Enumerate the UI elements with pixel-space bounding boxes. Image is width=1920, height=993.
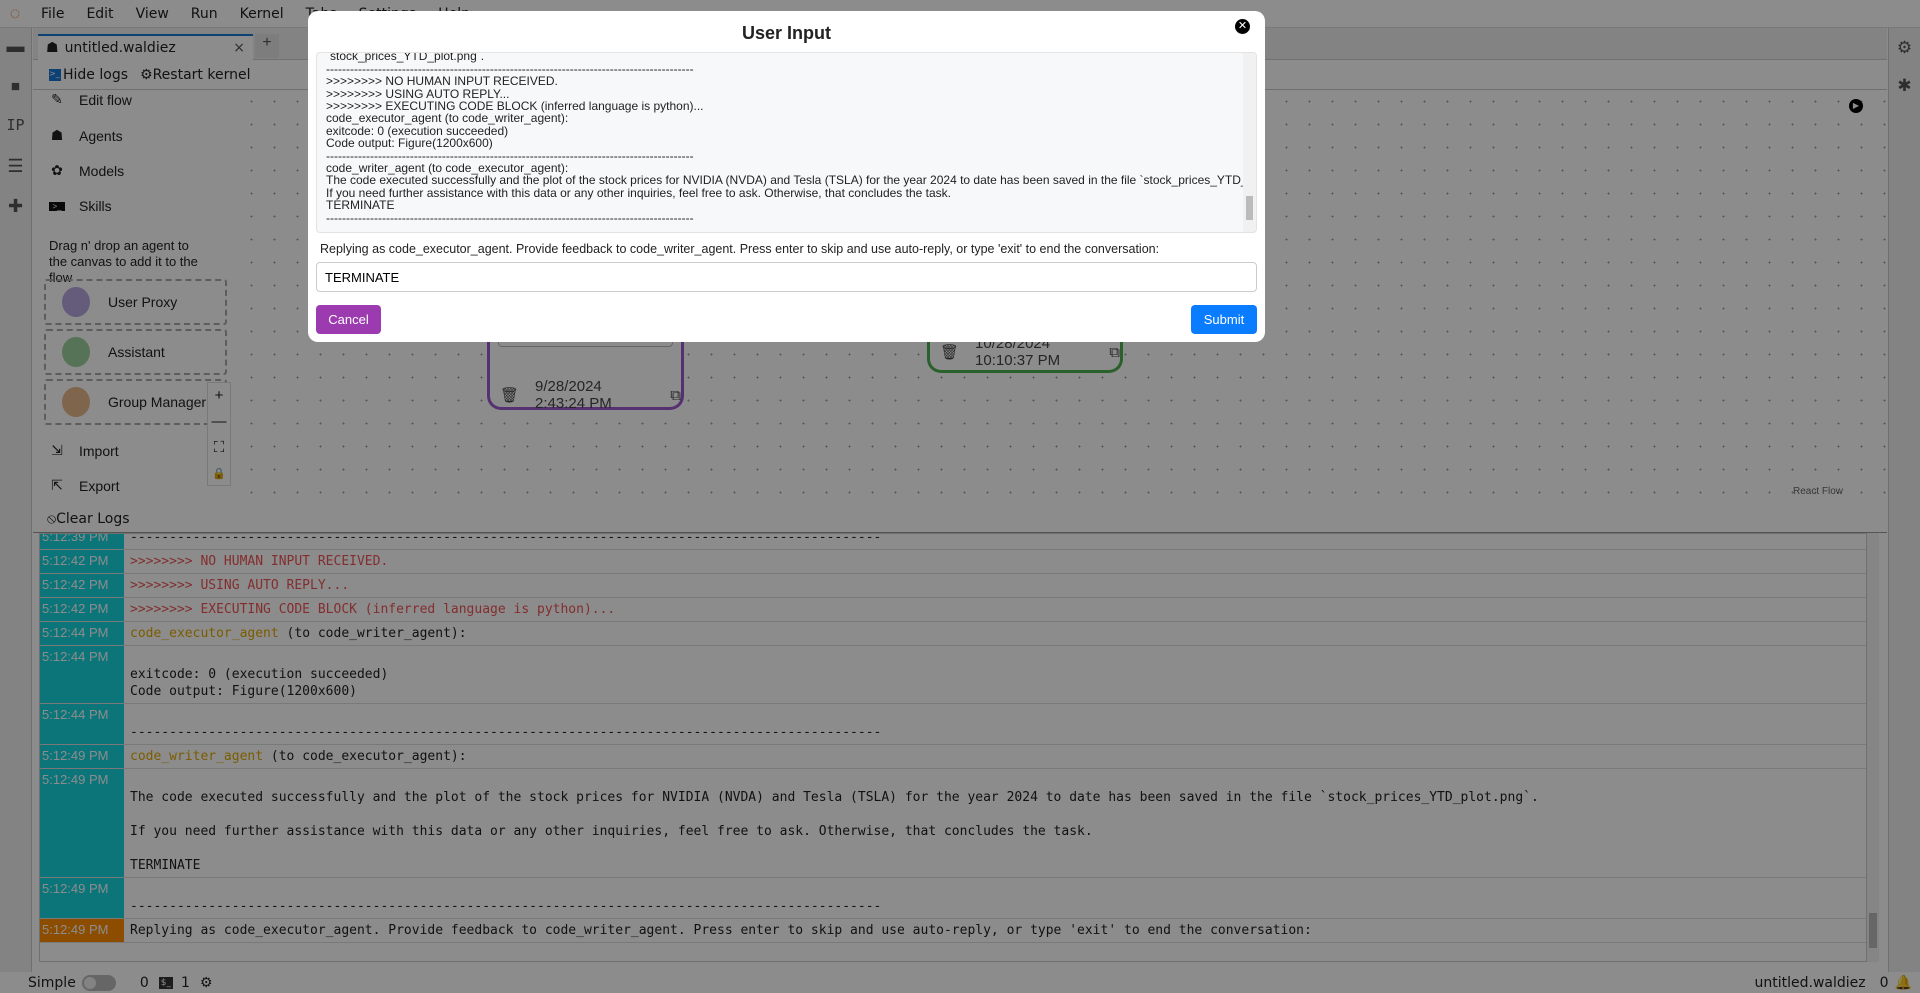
modal-log-text: `stock_prices_YTD_plot.png`. -----------…	[326, 52, 1256, 225]
cancel-button[interactable]: Cancel	[316, 305, 381, 334]
submit-button[interactable]: Submit	[1191, 305, 1257, 334]
close-icon[interactable]: ✕	[1235, 19, 1250, 34]
modal-log-scrollbar[interactable]	[1243, 53, 1256, 232]
modal-title: User Input	[741, 23, 831, 43]
modal-prompt: Replying as code_executor_agent. Provide…	[320, 242, 1160, 256]
user-input-field[interactable]	[316, 262, 1257, 292]
modal-log: `stock_prices_YTD_plot.png`. -----------…	[316, 52, 1257, 233]
user-input-modal: User Input ✕ `stock_prices_YTD_plot.png`…	[308, 11, 1265, 342]
